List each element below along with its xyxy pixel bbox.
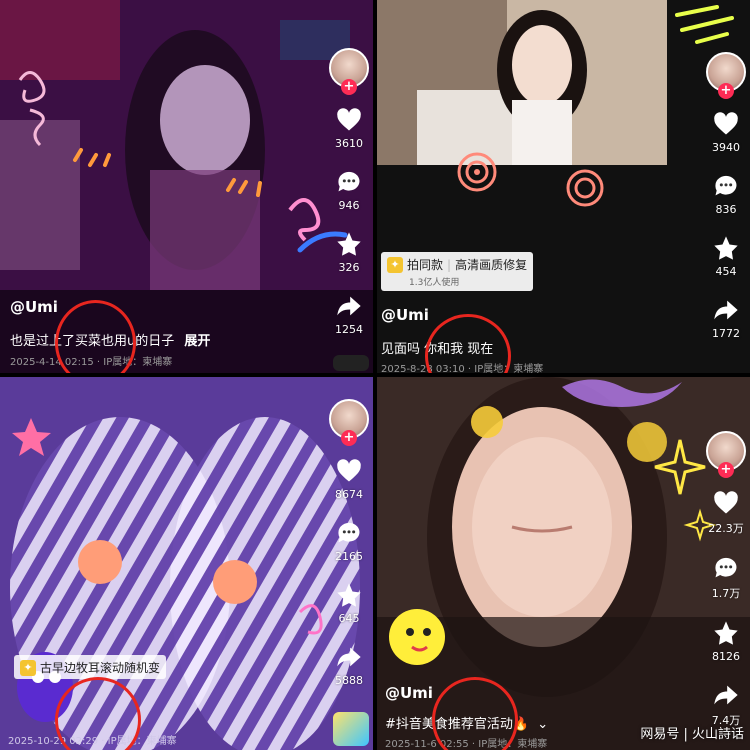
music-disc[interactable]: [333, 355, 369, 371]
video-panel-1[interactable]: + 3610 946 326 1254 @Umi 也是过上了买菜也用u的日子 展…: [0, 0, 373, 373]
tag-title-row: ✦ 拍同款 | 高清画质修复: [387, 256, 527, 273]
comment-count: 2165: [335, 550, 363, 563]
expand-link[interactable]: 展开: [184, 334, 210, 349]
favorite-count: 326: [338, 261, 360, 274]
follow-plus-icon[interactable]: +: [718, 83, 734, 99]
watermark: 网易号 | 火山詩话: [640, 727, 744, 742]
video-grid: + 3610 946 326 1254 @Umi 也是过上了买菜也用u的日子 展…: [0, 0, 750, 750]
avatar[interactable]: +: [706, 52, 746, 99]
sparkle-icon: ✦: [20, 659, 36, 676]
comment-count: 1.7万: [711, 587, 741, 600]
favorite-count: 8126: [712, 650, 740, 663]
share-icon[interactable]: [335, 292, 363, 320]
video-frame-3: [0, 377, 373, 750]
music-disc[interactable]: [333, 712, 369, 746]
heart-icon[interactable]: [335, 106, 363, 134]
template-tag[interactable]: ✦ 拍同款 | 高清画质修复 1.3亿人使用: [381, 252, 534, 291]
username[interactable]: @Umi: [10, 298, 58, 316]
tag-subtitle: 1.3亿人使用: [409, 278, 460, 288]
follow-plus-icon[interactable]: +: [341, 79, 357, 95]
tag-title: 拍同款: [407, 258, 444, 272]
star-icon[interactable]: [335, 581, 363, 609]
avatar[interactable]: +: [706, 431, 746, 478]
favorite-count: 645: [338, 612, 360, 625]
share-count: 1254: [335, 323, 363, 336]
comment-count: 836: [715, 203, 737, 216]
tag-title-row: ✦ 古早边牧耳滚动随机变: [20, 659, 160, 676]
video-frame-1: [0, 0, 373, 373]
video-frame-2: [377, 0, 734, 207]
avatar[interactable]: +: [329, 48, 369, 95]
video-panel-2[interactable]: + 3940 836 454 1772 ✦ 拍同款 | 高清画质修复 1.3亿人…: [377, 0, 750, 373]
heart-icon[interactable]: [712, 489, 740, 517]
comment-count: 946: [338, 199, 360, 212]
star-icon[interactable]: [712, 619, 740, 647]
share-icon[interactable]: [712, 296, 740, 324]
chevron-down-icon[interactable]: ⌄: [537, 717, 548, 732]
tag-title: 古早边牧耳滚动随机变: [40, 661, 161, 675]
action-rail: + 3610 946 326 1254: [329, 48, 369, 336]
action-rail: + 22.3万 1.7万 8126 7.4万: [706, 431, 746, 728]
username[interactable]: @Umi: [385, 684, 433, 702]
sparkle-icon: ✦: [387, 256, 403, 273]
share-icon[interactable]: [712, 681, 740, 709]
share-icon[interactable]: [335, 643, 363, 671]
avatar[interactable]: +: [329, 399, 369, 446]
like-count: 3940: [712, 141, 740, 154]
action-rail: + 3940 836 454 1772: [706, 52, 746, 340]
star-icon[interactable]: [712, 234, 740, 262]
like-count: 22.3万: [708, 522, 744, 535]
tag-separator: |: [447, 257, 452, 272]
follow-plus-icon[interactable]: +: [718, 462, 734, 478]
share-count: 5888: [335, 674, 363, 687]
comment-icon[interactable]: [712, 554, 740, 582]
username[interactable]: @Umi: [381, 306, 429, 324]
like-count: 8674: [335, 488, 363, 501]
like-count: 3610: [335, 137, 363, 150]
comment-icon[interactable]: [335, 519, 363, 547]
video-panel-4[interactable]: + 22.3万 1.7万 8126 7.4万 @Umi #抖音美食推荐官活动🔥 …: [377, 377, 750, 750]
template-tag[interactable]: ✦ 古早边牧耳滚动随机变: [14, 655, 167, 679]
video-panel-3[interactable]: + 8674 2165 645 5888 ✦ 古早边牧耳滚动随机变 2025-1…: [0, 377, 373, 750]
heart-icon[interactable]: [712, 110, 740, 138]
action-rail: + 8674 2165 645 5888: [329, 399, 369, 687]
comment-icon[interactable]: [335, 168, 363, 196]
star-icon[interactable]: [335, 230, 363, 258]
heart-icon[interactable]: [335, 457, 363, 485]
favorite-count: 454: [715, 265, 737, 278]
comment-icon[interactable]: [712, 172, 740, 200]
tag-extra: 高清画质修复: [455, 258, 528, 272]
share-count: 1772: [712, 327, 740, 340]
follow-plus-icon[interactable]: +: [341, 430, 357, 446]
